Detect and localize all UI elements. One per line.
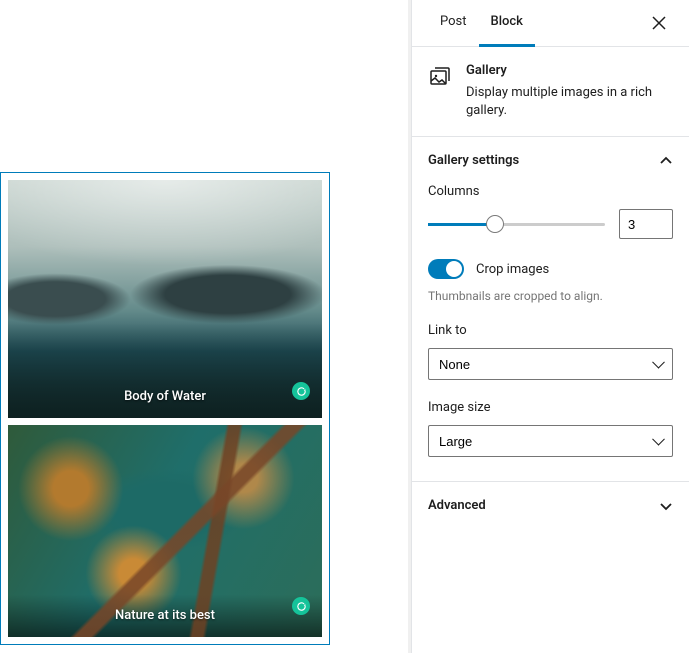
chevron-up-icon (659, 154, 673, 168)
panel-gallery-settings: Gallery settings Columns Crop images (412, 136, 689, 481)
panel-title: Advanced (428, 498, 486, 513)
grammarly-badge-icon[interactable] (292, 597, 310, 615)
panel-toggle-advanced[interactable]: Advanced (412, 482, 689, 529)
panel-toggle-gallery-settings[interactable]: Gallery settings (412, 137, 689, 184)
gallery-block[interactable]: Body of Water Nature at its best (0, 172, 330, 645)
gallery-caption[interactable]: Body of Water (8, 389, 322, 404)
columns-label: Columns (428, 184, 673, 199)
field-link-to: Link to None (428, 323, 673, 380)
block-title: Gallery (466, 63, 673, 78)
image-size-label: Image size (428, 400, 673, 415)
close-icon (652, 16, 666, 30)
tab-block[interactable]: Block (479, 0, 535, 47)
gallery-caption[interactable]: Nature at its best (8, 608, 322, 623)
field-crop-images: Crop images Thumbnails are cropped to al… (428, 259, 673, 303)
close-sidebar-button[interactable] (645, 9, 673, 37)
panel-advanced: Advanced (412, 481, 689, 529)
field-image-size: Image size Large (428, 400, 673, 457)
gallery-image (8, 180, 322, 418)
gallery-image (8, 425, 322, 637)
grammarly-badge-icon[interactable] (292, 382, 310, 400)
block-settings-sidebar: Post Block Gallery Display multiple imag… (411, 0, 689, 653)
editor-canvas[interactable]: Body of Water Nature at its best (0, 0, 408, 653)
field-columns: Columns (428, 184, 673, 239)
crop-images-toggle[interactable] (428, 259, 464, 279)
panel-title: Gallery settings (428, 153, 519, 168)
columns-slider[interactable] (428, 214, 605, 234)
link-to-label: Link to (428, 323, 673, 338)
gallery-icon (428, 65, 452, 89)
block-description: Gallery Display multiple images in a ric… (412, 47, 689, 136)
columns-input[interactable] (619, 209, 673, 239)
sidebar-tabs: Post Block (412, 0, 689, 47)
tab-post[interactable]: Post (428, 0, 479, 47)
crop-help-text: Thumbnails are cropped to align. (428, 289, 673, 303)
chevron-down-icon (659, 499, 673, 513)
block-desc-text: Display multiple images in a rich galler… (466, 84, 673, 120)
gallery-item[interactable]: Nature at its best (8, 425, 322, 637)
crop-images-label: Crop images (476, 262, 549, 277)
link-to-select[interactable]: None (428, 348, 673, 380)
image-size-select[interactable]: Large (428, 425, 673, 457)
gallery-item[interactable]: Body of Water (8, 180, 322, 418)
